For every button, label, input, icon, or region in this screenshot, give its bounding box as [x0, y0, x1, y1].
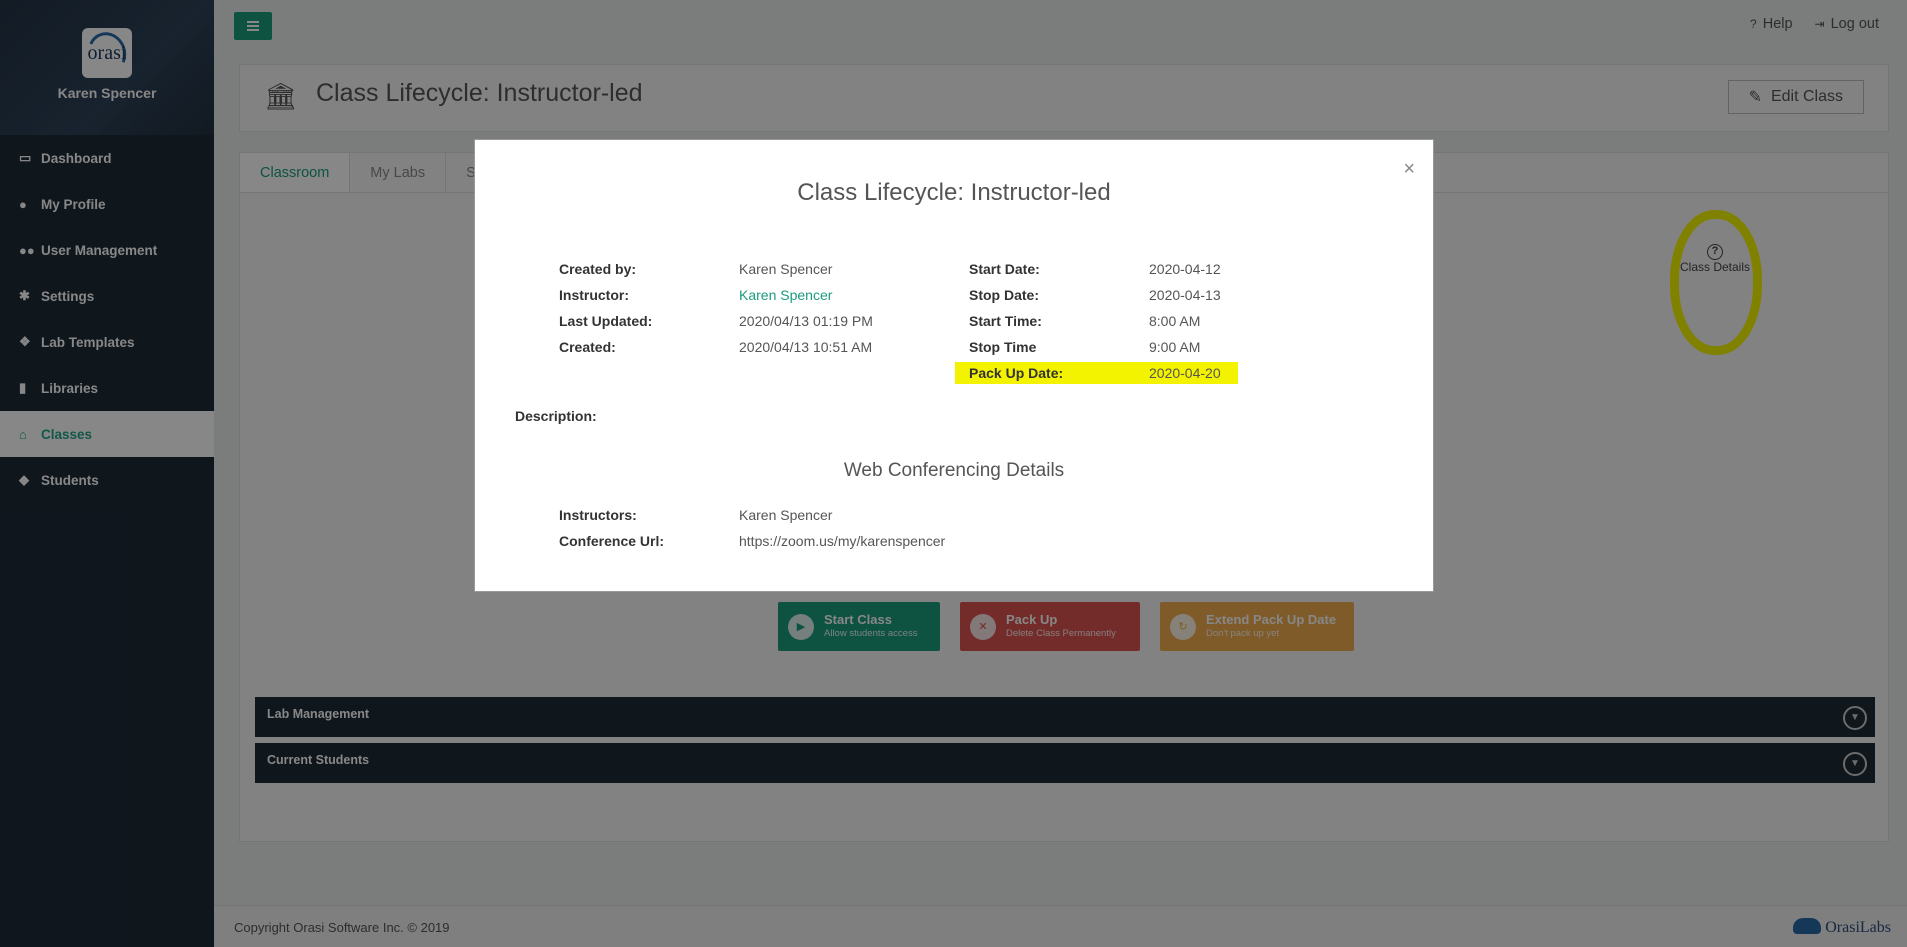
detail-value: 9:00 AM — [1149, 339, 1201, 355]
detail-label: Stop Time — [969, 339, 1037, 355]
detail-value: 2020-04-13 — [1149, 287, 1221, 303]
detail-value: 2020/04/13 01:19 PM — [739, 313, 873, 329]
detail-label: Created by: — [559, 261, 637, 277]
detail-value: 8:00 AM — [1149, 313, 1201, 329]
conference-url[interactable]: https://zoom.us/my/karenspencer — [739, 533, 945, 549]
detail-label: Conference Url: — [559, 533, 665, 549]
instructor-link[interactable]: Karen Spencer — [739, 287, 832, 303]
class-info-left: Created by: Karen Spencer Instructor: Kare… — [559, 256, 873, 360]
modal-title: Class Lifecycle: Instructor-led — [797, 179, 1111, 206]
detail-label: Start Date: — [969, 261, 1040, 277]
detail-value: 2020/04/13 10:51 AM — [739, 339, 873, 355]
web-conferencing-info: Instructors: Karen Spencer Conference Url… — [559, 502, 945, 554]
detail-label: Created: — [559, 339, 616, 355]
description-label: Description: — [515, 408, 597, 424]
pack-up-date-label: Pack Up Date: — [969, 365, 1064, 381]
detail-label: Start Time: — [969, 313, 1042, 329]
detail-value: Karen Spencer — [739, 261, 833, 277]
class-info-right: Start Date: 2020-04-12 Stop Date: 2020-04-… — [969, 256, 1221, 386]
class-details-modal: × Class Lifecycle: Instructor-led Create… — [474, 139, 1434, 592]
detail-label: Last Updated: — [559, 313, 653, 329]
web-conferencing-title: Web Conferencing Details — [843, 460, 1065, 481]
detail-value: 2020-04-12 — [1149, 261, 1221, 277]
detail-label: Instructor: — [559, 287, 629, 303]
detail-label: Instructors: — [559, 507, 637, 523]
detail-value: Karen Spencer — [739, 507, 833, 523]
pack-up-date-value: 2020-04-20 — [1149, 365, 1221, 381]
detail-label: Stop Date: — [969, 287, 1039, 303]
close-icon[interactable]: × — [1403, 158, 1415, 181]
